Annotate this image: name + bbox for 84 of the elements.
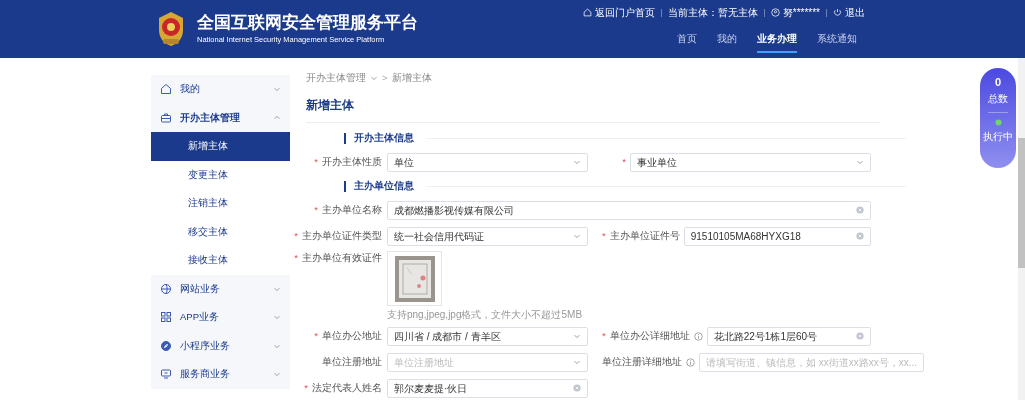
breadcrumb-separator: >	[382, 71, 388, 85]
home-icon	[582, 8, 592, 17]
input-field[interactable]: 花北路22号1栋1层60号	[706, 326, 871, 346]
field-label: 单位办公详细地址	[609, 329, 690, 344]
field-label: 单位办公地址	[322, 329, 382, 344]
clear-icon[interactable]	[856, 332, 864, 341]
chevron-icon	[856, 158, 864, 167]
header-link[interactable]: 努*******	[782, 5, 820, 20]
menu-item[interactable]: 服务商业务	[151, 360, 290, 389]
globe-icon	[160, 282, 172, 295]
menu-item[interactable]: 网站业务	[151, 274, 290, 303]
site-title: 全国互联网安全管理服务平台	[197, 12, 418, 35]
menu-item[interactable]: APP业务	[151, 303, 290, 332]
section-title: 主办单位信息	[354, 179, 414, 194]
select-field[interactable]: 事业单位	[630, 152, 871, 172]
required-mark: *	[622, 155, 626, 170]
required-mark: *	[314, 155, 318, 170]
required-mark: *	[602, 229, 606, 244]
nav-tab[interactable]: 业务办理	[757, 31, 797, 53]
field-label: 主办单位有效证件	[302, 251, 382, 266]
select-field[interactable]: 单位	[387, 152, 588, 172]
compass-icon	[160, 339, 172, 352]
chevron-icon	[573, 332, 581, 341]
submenu-item[interactable]: 接收主体	[151, 246, 290, 275]
required-mark: *	[314, 203, 318, 218]
menu-item[interactable]: 开办主体管理	[151, 103, 290, 132]
nav-tab[interactable]: 我的	[717, 31, 737, 53]
input-field[interactable]: 成都燃播影视传媒有限公司	[387, 200, 871, 220]
menu-item[interactable]: 小程序业务	[151, 331, 290, 360]
scrollbar[interactable]	[1018, 58, 1025, 400]
breadcrumb-link[interactable]: 新增主体	[391, 71, 432, 86]
field-label: 主办单位证件类型	[302, 229, 382, 244]
breadcrumb-link[interactable]: 开办主体管理	[306, 71, 366, 86]
chevron-icon	[370, 74, 378, 83]
submenu-item[interactable]: 变更主体	[151, 160, 290, 189]
chevron-icon	[273, 113, 281, 122]
field-label: 法定代表人姓名	[312, 381, 382, 396]
monitor-icon	[160, 368, 172, 381]
required-mark: *	[294, 251, 298, 266]
chevron-icon	[573, 232, 581, 241]
clear-icon[interactable]	[856, 206, 864, 215]
briefcase-icon	[160, 111, 172, 124]
chevron-icon	[273, 85, 281, 94]
submenu-item[interactable]: 新增主体	[151, 132, 290, 161]
clear-icon[interactable]	[573, 384, 581, 393]
required-mark: *	[314, 329, 318, 344]
input-field[interactable]: 郭尔麦麦提·伙日	[387, 378, 588, 398]
section-title: 开办主体信息	[354, 131, 414, 146]
task-widget[interactable]: 0 总数 执行中	[980, 68, 1016, 168]
chevron-icon	[273, 313, 281, 322]
nav-tab[interactable]: 系统通知	[817, 31, 857, 53]
submenu-item[interactable]: 注销主体	[151, 189, 290, 218]
menu-item[interactable]: 我的	[151, 75, 290, 104]
header-link[interactable]: 退出	[845, 5, 865, 20]
required-mark: *	[294, 229, 298, 244]
upload-thumbnail[interactable]	[387, 251, 442, 307]
field-label: 单位注册地址	[322, 355, 382, 370]
power-icon	[833, 8, 842, 17]
task-count: 0	[994, 76, 1002, 88]
required-mark: *	[304, 381, 308, 396]
input-field[interactable]: 91510105MA68HYXG18	[683, 226, 871, 246]
required-mark: *	[602, 329, 606, 344]
status-dot-icon	[994, 119, 1002, 126]
running-label: 执行中	[983, 130, 1013, 144]
submenu-item[interactable]: 移交主体	[151, 217, 290, 246]
field-label: 单位注册详细地址	[602, 355, 682, 370]
chevron-icon	[573, 158, 581, 167]
home-icon	[160, 83, 172, 96]
select-field[interactable]: 四川省 / 成都市 / 青羊区	[387, 326, 588, 346]
header-link[interactable]: 返回门户首页	[594, 5, 655, 20]
upload-hint: 支持png,jpeg,jpg格式，文件大小不超过5MB	[387, 309, 583, 322]
page-title: 新增主体	[306, 98, 354, 113]
user-icon	[770, 8, 780, 17]
nav-tab[interactable]: 首页	[677, 31, 697, 53]
grid-icon	[160, 311, 172, 324]
field-label: 主办单位名称	[322, 203, 382, 218]
field-label: 主办单位证件号	[609, 229, 680, 244]
select-field[interactable]: 统一社会信用代码证	[387, 226, 588, 246]
field-label: 开办主体性质	[322, 155, 382, 170]
chevron-icon	[573, 358, 581, 367]
clear-icon[interactable]	[856, 232, 864, 241]
chevron-icon	[273, 370, 281, 379]
current-entity-text: 当前主体：暂无主体	[667, 6, 758, 20]
task-count-label: 总数	[988, 92, 1008, 106]
